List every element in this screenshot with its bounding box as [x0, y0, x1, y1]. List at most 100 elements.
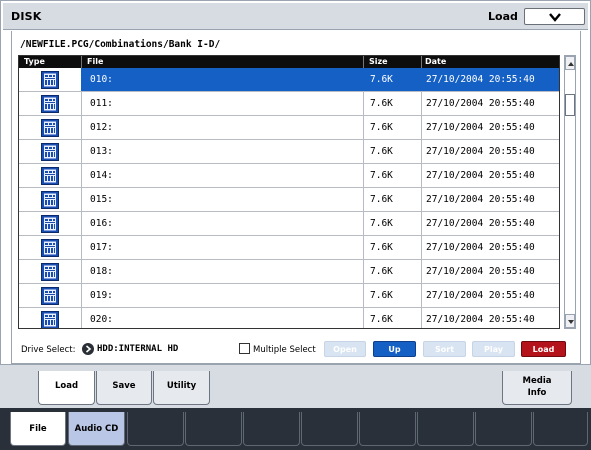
- sort-button[interactable]: Sort: [423, 341, 466, 357]
- file-name: 018:: [90, 266, 113, 277]
- scroll-thumb[interactable]: [565, 94, 575, 116]
- file-date: 27/10/2004 20:55:40: [426, 242, 535, 253]
- file-name: 014:: [90, 170, 113, 181]
- chevron-down-icon: [549, 13, 561, 22]
- date-cell: 27/10/2004 20:55:40: [421, 92, 559, 115]
- table-row[interactable]: 012: 7.6K 27/10/2004 20:55:40: [19, 116, 559, 140]
- combination-file-icon: [41, 311, 59, 328]
- drive-select-value[interactable]: HDD:INTERNAL HD: [97, 344, 178, 354]
- page-tab-empty[interactable]: [475, 412, 532, 446]
- file-date: 27/10/2004 20:55:40: [426, 74, 535, 85]
- page-tab-empty[interactable]: [359, 412, 416, 446]
- multiple-select-label: Multiple Select: [253, 345, 316, 355]
- date-cell: 27/10/2004 20:55:40: [421, 68, 559, 91]
- page-tab-empty[interactable]: [127, 412, 184, 446]
- table-row[interactable]: 019: 7.6K 27/10/2004 20:55:40: [19, 284, 559, 308]
- page-tab-empty[interactable]: [301, 412, 358, 446]
- file-cell: 012:: [81, 116, 363, 139]
- file-size: 7.6K: [370, 290, 393, 301]
- load-button[interactable]: Load: [521, 341, 566, 357]
- size-cell: 7.6K: [363, 164, 421, 187]
- type-cell: [19, 260, 81, 283]
- file-cell: 018:: [81, 260, 363, 283]
- type-cell: [19, 164, 81, 187]
- combination-file-icon: [41, 191, 59, 209]
- type-cell: [19, 188, 81, 211]
- table-row[interactable]: 018: 7.6K 27/10/2004 20:55:40: [19, 260, 559, 284]
- tab-load[interactable]: Load: [38, 371, 95, 405]
- file-date: 27/10/2004 20:55:40: [426, 218, 535, 229]
- table-header: Type File Size Date: [19, 56, 559, 68]
- file-size: 7.6K: [370, 146, 393, 157]
- file-cell: 020:: [81, 308, 363, 328]
- file-size: 7.6K: [370, 170, 393, 181]
- size-cell: 7.6K: [363, 140, 421, 163]
- type-cell: [19, 92, 81, 115]
- page-menu-button[interactable]: [524, 8, 585, 25]
- table-row[interactable]: 014: 7.6K 27/10/2004 20:55:40: [19, 164, 559, 188]
- page-tab-empty[interactable]: [533, 412, 588, 446]
- tab-utility[interactable]: Utility: [153, 371, 210, 405]
- multiple-select-checkbox[interactable]: [239, 343, 250, 354]
- file-date: 27/10/2004 20:55:40: [426, 122, 535, 133]
- file-size: 7.6K: [370, 194, 393, 205]
- drive-select-arrow-icon[interactable]: [82, 343, 94, 355]
- table-scrollbar[interactable]: [564, 55, 576, 329]
- column-file-header: File: [87, 57, 104, 66]
- date-cell: 27/10/2004 20:55:40: [421, 188, 559, 211]
- tab-audio-cd[interactable]: Audio CD: [68, 412, 125, 446]
- file-size: 7.6K: [370, 74, 393, 85]
- file-date: 27/10/2004 20:55:40: [426, 146, 535, 157]
- scroll-down-button[interactable]: [565, 314, 575, 328]
- subpage-tab-bar: Load Save Utility Media Info: [0, 364, 591, 408]
- file-cell: 014:: [81, 164, 363, 187]
- file-size: 7.6K: [370, 266, 393, 277]
- type-cell: [19, 140, 81, 163]
- up-button[interactable]: Up: [373, 341, 416, 357]
- size-cell: 7.6K: [363, 236, 421, 259]
- file-cell: 015:: [81, 188, 363, 211]
- file-browser-panel: /NEWFILE.PCG/Combinations/Bank I-D/ Type…: [11, 31, 581, 364]
- combination-file-icon: [41, 167, 59, 185]
- page-tab-empty[interactable]: [243, 412, 300, 446]
- file-table: Type File Size Date 010: 7.6K 27/10/2004 2…: [18, 55, 560, 329]
- file-name: 010:: [90, 74, 113, 85]
- type-cell: [19, 68, 81, 91]
- combination-file-icon: [41, 215, 59, 233]
- date-cell: 27/10/2004 20:55:40: [421, 284, 559, 307]
- file-date: 27/10/2004 20:55:40: [426, 98, 535, 109]
- type-cell: [19, 116, 81, 139]
- file-cell: 013:: [81, 140, 363, 163]
- page-title: DISK: [11, 10, 42, 23]
- table-row[interactable]: 011: 7.6K 27/10/2004 20:55:40: [19, 92, 559, 116]
- file-cell: 017:: [81, 236, 363, 259]
- table-row[interactable]: 020: 7.6K 27/10/2004 20:55:40: [19, 308, 559, 328]
- table-row-selected[interactable]: 010: 7.6K 27/10/2004 20:55:40: [19, 68, 559, 92]
- triangle-down-icon: [568, 320, 574, 324]
- scroll-up-button[interactable]: [565, 56, 575, 70]
- table-row[interactable]: 015: 7.6K 27/10/2004 20:55:40: [19, 188, 559, 212]
- tab-media-info[interactable]: Media Info: [502, 371, 572, 405]
- table-row[interactable]: 017: 7.6K 27/10/2004 20:55:40: [19, 236, 559, 260]
- open-button[interactable]: Open: [324, 341, 366, 357]
- combination-file-icon: [41, 239, 59, 257]
- date-cell: 27/10/2004 20:55:40: [421, 140, 559, 163]
- page-tab-empty[interactable]: [417, 412, 474, 446]
- file-name: 020:: [90, 314, 113, 325]
- table-row[interactable]: 016: 7.6K 27/10/2004 20:55:40: [19, 212, 559, 236]
- file-date: 27/10/2004 20:55:40: [426, 290, 535, 301]
- file-cell: 019:: [81, 284, 363, 307]
- tab-save[interactable]: Save: [96, 371, 152, 405]
- date-cell: 27/10/2004 20:55:40: [421, 164, 559, 187]
- mode-label: Load: [488, 10, 518, 23]
- page-tab-empty[interactable]: [185, 412, 242, 446]
- file-size: 7.6K: [370, 242, 393, 253]
- tab-file[interactable]: File: [10, 412, 66, 446]
- table-row[interactable]: 013: 7.6K 27/10/2004 20:55:40: [19, 140, 559, 164]
- column-size-header: Size: [369, 57, 388, 66]
- type-cell: [19, 284, 81, 307]
- size-cell: 7.6K: [363, 212, 421, 235]
- type-cell: [19, 308, 81, 328]
- file-date: 27/10/2004 20:55:40: [426, 314, 535, 325]
- play-button[interactable]: Play: [472, 341, 515, 357]
